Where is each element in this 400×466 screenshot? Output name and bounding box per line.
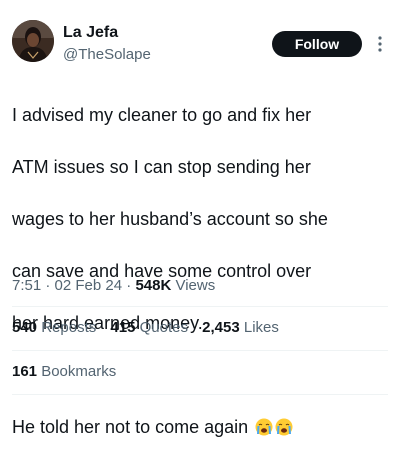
views-count: 548K bbox=[135, 277, 172, 294]
tweet-text-line: I advised my cleaner to go and fix her bbox=[12, 105, 312, 125]
reposts-label: Reposts bbox=[41, 319, 97, 336]
tweet-header: La Jefa @TheSolape Follow bbox=[0, 0, 400, 80]
tweet-text-line: ATM issues so I can stop sending her bbox=[12, 157, 311, 177]
divider bbox=[12, 394, 388, 395]
engagement-stats: 540 Reposts 415 Quotes 2,453 Likes bbox=[12, 318, 289, 338]
tweet-text-line: wages to her husband’s account so she bbox=[12, 209, 328, 229]
bookmarks-label: Bookmarks bbox=[41, 363, 117, 380]
quotes-stat[interactable]: 415 Quotes bbox=[110, 318, 188, 338]
divider bbox=[12, 350, 388, 351]
loudly-crying-face-icon bbox=[255, 417, 273, 436]
bookmarks-count: 161 bbox=[12, 363, 38, 380]
quotes-count: 415 bbox=[110, 319, 136, 336]
divider bbox=[12, 306, 388, 307]
profile-photo-icon bbox=[12, 20, 54, 62]
display-name[interactable]: La Jefa bbox=[63, 23, 118, 43]
views-label: Views bbox=[175, 277, 216, 294]
follow-button[interactable]: Follow bbox=[272, 31, 362, 57]
likes-count: 2,453 bbox=[202, 319, 240, 336]
bookmarks-stat-inner: 161 Bookmarks bbox=[12, 362, 116, 382]
likes-label: Likes bbox=[243, 319, 279, 336]
reposts-stat[interactable]: 540 Reposts bbox=[12, 318, 96, 338]
meta-separator: · bbox=[126, 277, 132, 294]
more-vertical-icon[interactable] bbox=[375, 33, 385, 55]
user-handle[interactable]: @TheSolape bbox=[63, 45, 151, 65]
avatar[interactable] bbox=[12, 20, 54, 62]
tweet-time[interactable]: 7:51 bbox=[12, 277, 41, 294]
bookmarks-stat[interactable]: 161 Bookmarks bbox=[12, 362, 126, 382]
meta-separator: · bbox=[45, 277, 51, 294]
tweet-text: I advised my cleaner to go and fix her A… bbox=[12, 76, 392, 466]
quotes-label: Quotes bbox=[139, 319, 188, 336]
tweet-meta: 7:51 · 02 Feb 24 · 548K Views bbox=[12, 276, 215, 296]
loudly-crying-face-icon bbox=[275, 417, 293, 436]
tweet-text-line-final: He told her not to come again bbox=[12, 414, 392, 440]
tweet-text-final-words: He told her not to come again bbox=[12, 417, 249, 437]
reposts-count: 540 bbox=[12, 319, 38, 336]
tweet-date[interactable]: 02 Feb 24 bbox=[55, 277, 123, 294]
likes-stat[interactable]: 2,453 Likes bbox=[202, 318, 279, 338]
